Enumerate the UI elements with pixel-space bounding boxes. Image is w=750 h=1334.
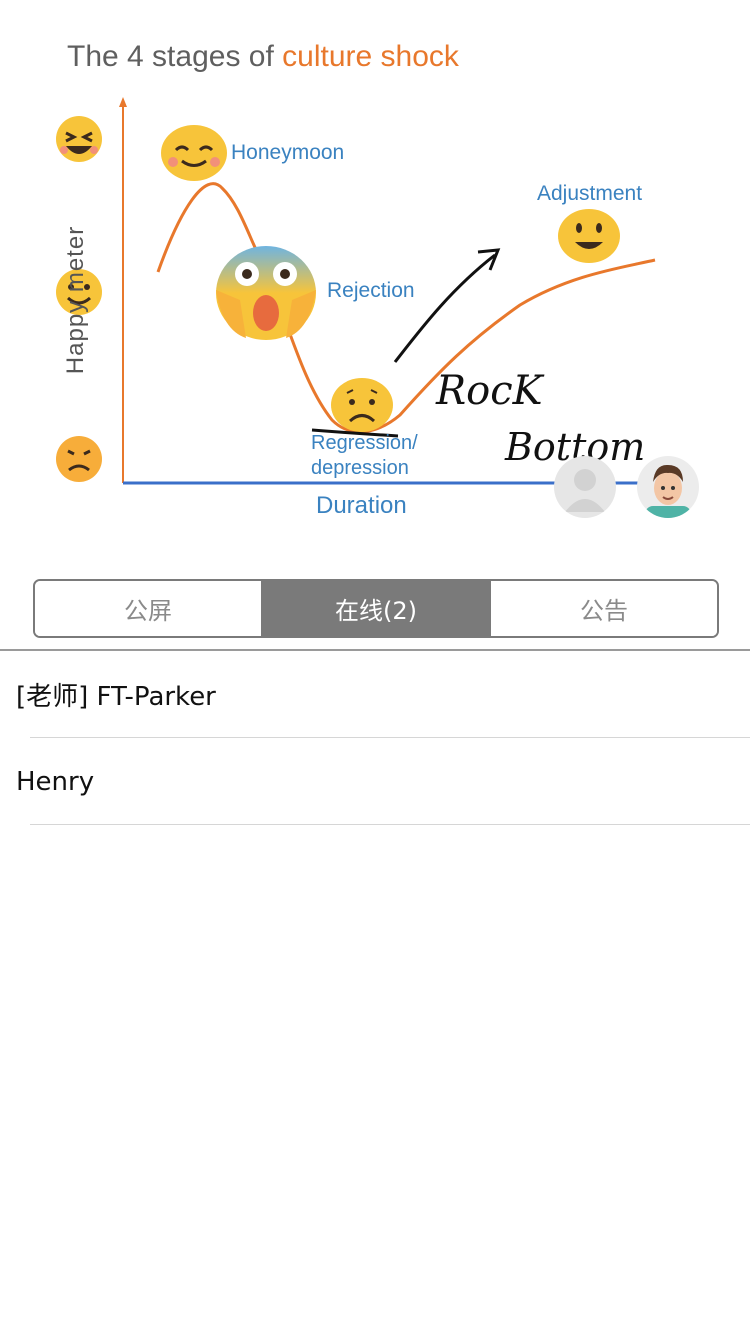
adjustment-label: Adjustment	[537, 182, 643, 205]
scream-emoji-icon	[216, 246, 316, 340]
segment-tabs: 公屏 在线(2) 公告	[33, 579, 719, 638]
x-axis-label: Duration	[316, 492, 407, 519]
participant-placeholder-avatar[interactable]	[554, 456, 616, 518]
adjustment-emoji-icon	[558, 209, 620, 263]
y-axis-arrow	[119, 97, 127, 107]
online-user-list: [老师] FT-Parker Henry	[0, 651, 750, 825]
sad-emoji-icon	[331, 378, 393, 432]
honeymoon-label: Honeymoon	[231, 141, 345, 164]
y-axis-label: Happy meter	[62, 225, 89, 375]
list-item[interactable]: Henry	[0, 738, 750, 825]
whiteboard-slide: The 4 stages of culture shock Happy mete…	[0, 0, 750, 560]
hand-arrow	[393, 253, 496, 363]
frowning-emoji-icon	[56, 436, 102, 482]
annotation-rock: RocK	[436, 368, 543, 414]
honeymoon-emoji-icon	[161, 125, 227, 181]
regression-label-line1: Regression/	[311, 432, 418, 454]
tab-public-screen[interactable]: 公屏	[35, 581, 261, 636]
regression-label-line2: depression	[311, 457, 409, 479]
cartoon-face-icon	[645, 464, 691, 518]
laughing-emoji-icon	[56, 116, 102, 162]
list-item[interactable]: [老师] FT-Parker	[0, 651, 750, 738]
tab-announcement[interactable]: 公告	[489, 581, 717, 636]
person-placeholder-icon	[565, 469, 605, 512]
teacher-avatar[interactable]	[637, 456, 699, 518]
rejection-label: Rejection	[327, 279, 415, 302]
tab-online[interactable]: 在线(2)	[261, 581, 489, 636]
